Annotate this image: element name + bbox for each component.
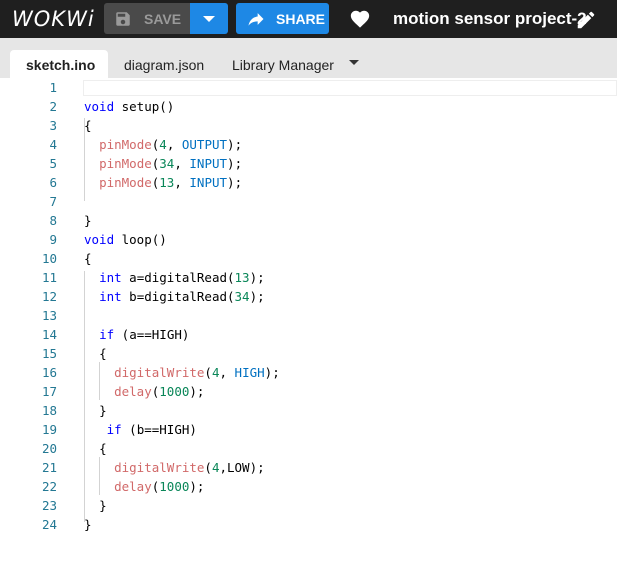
- save-options-dropdown-button[interactable]: [190, 3, 228, 34]
- tab-label: sketch.ino: [26, 57, 96, 73]
- code-line[interactable]: 24}: [0, 515, 617, 534]
- code-line[interactable]: 10 {: [0, 249, 617, 268]
- file-tab-bar: sketch.ino diagram.json Library Manager: [0, 38, 617, 78]
- code-line[interactable]: 19 if (b==HIGH): [0, 420, 617, 439]
- code-line[interactable]: 23 }: [0, 496, 617, 515]
- code-line[interactable]: 2 void setup(): [0, 97, 617, 116]
- code-text[interactable]: digitalWrite(4,LOW);: [84, 458, 265, 477]
- code-text[interactable]: {: [84, 439, 107, 458]
- code-line[interactable]: 17 delay(1000);: [0, 382, 617, 401]
- code-line[interactable]: 3{: [0, 116, 617, 135]
- line-number: 15: [41, 346, 57, 361]
- code-line[interactable]: 22 delay(1000);: [0, 477, 617, 496]
- code-line[interactable]: 9 void loop(): [0, 230, 617, 249]
- line-number: 19: [41, 422, 57, 437]
- code-line[interactable]: 11 int a=digitalRead(13);: [0, 268, 617, 287]
- line-number: 16: [41, 365, 57, 380]
- code-text[interactable]: }: [84, 496, 107, 515]
- heart-icon[interactable]: [348, 8, 372, 30]
- code-line[interactable]: 12 int b=digitalRead(34);: [0, 287, 617, 306]
- code-text[interactable]: pinMode(13, INPUT);: [84, 173, 242, 192]
- save-button-label: SAVE: [144, 11, 182, 27]
- code-line[interactable]: 15 {: [0, 344, 617, 363]
- tab-diagram-json[interactable]: diagram.json: [108, 50, 216, 78]
- code-line[interactable]: 8}: [0, 211, 617, 230]
- code-line[interactable]: 16 digitalWrite(4, HIGH);: [0, 363, 617, 382]
- line-number: 3: [49, 118, 57, 133]
- code-line[interactable]: 21 digitalWrite(4,LOW);: [0, 458, 617, 477]
- line-number: 7: [49, 194, 57, 209]
- save-button[interactable]: SAVE: [104, 3, 190, 34]
- line-number: 9: [49, 232, 57, 247]
- line-number: 4: [49, 137, 57, 152]
- tab-sketch-ino[interactable]: sketch.ino: [10, 50, 108, 78]
- caret-down-icon: [203, 16, 215, 22]
- line-number: 11: [41, 270, 57, 285]
- line-number: 8: [49, 213, 57, 228]
- line-number: 23: [41, 498, 57, 513]
- share-arrow-icon: [248, 13, 264, 26]
- code-text[interactable]: }: [84, 211, 92, 230]
- line-number: 17: [41, 384, 57, 399]
- code-text[interactable]: delay(1000);: [84, 382, 204, 401]
- code-text[interactable]: digitalWrite(4, HIGH);: [84, 363, 280, 382]
- line-number: 10: [41, 251, 57, 266]
- top-bar: WOKWi SAVE SHARE motion sensor project-2: [0, 0, 617, 38]
- code-line[interactable]: 5 pinMode(34, INPUT);: [0, 154, 617, 173]
- code-text[interactable]: if (b==HIGH): [84, 420, 197, 439]
- share-button-label: SHARE: [276, 11, 326, 27]
- code-text[interactable]: pinMode(34, INPUT);: [84, 154, 242, 173]
- code-line[interactable]: 1: [0, 78, 617, 97]
- line-number: 24: [41, 517, 57, 532]
- tab-label: Library Manager: [232, 57, 334, 73]
- line-number: 18: [41, 403, 57, 418]
- code-text[interactable]: }: [84, 515, 92, 534]
- code-text[interactable]: {: [84, 344, 107, 363]
- code-editor[interactable]: 1 2 void setup() 3{4 pinMode(4, OUTPUT); 5 p…: [0, 78, 617, 578]
- code-text[interactable]: }: [84, 401, 107, 420]
- share-button[interactable]: SHARE: [236, 3, 329, 34]
- code-line[interactable]: 7: [0, 192, 617, 211]
- code-text[interactable]: void loop(): [84, 230, 167, 249]
- line-number: 2: [49, 99, 57, 114]
- code-text[interactable]: {: [84, 249, 92, 268]
- code-text[interactable]: pinMode(4, OUTPUT);: [84, 135, 242, 154]
- line-number: 13: [41, 308, 57, 323]
- code-text[interactable]: delay(1000);: [84, 477, 204, 496]
- code-line[interactable]: 14 if (a==HIGH): [0, 325, 617, 344]
- code-line[interactable]: 4 pinMode(4, OUTPUT);: [0, 135, 617, 154]
- code-line[interactable]: 6 pinMode(13, INPUT);: [0, 173, 617, 192]
- code-text[interactable]: if (a==HIGH): [84, 325, 189, 344]
- project-title[interactable]: motion sensor project-2: [393, 9, 587, 29]
- line-number: 1: [49, 80, 57, 95]
- line-number: 12: [41, 289, 57, 304]
- code-text[interactable]: int a=digitalRead(13);: [84, 268, 265, 287]
- code-line[interactable]: 13: [0, 306, 617, 325]
- line-number: 6: [49, 175, 57, 190]
- line-number: 21: [41, 460, 57, 475]
- code-text[interactable]: int b=digitalRead(34);: [84, 287, 265, 306]
- line-number: 22: [41, 479, 57, 494]
- code-text[interactable]: void setup(): [84, 97, 174, 116]
- tab-label: diagram.json: [124, 57, 205, 73]
- wokwi-logo[interactable]: WOKWi: [12, 7, 95, 31]
- caret-down-icon[interactable]: [349, 60, 359, 65]
- line-number: 5: [49, 156, 57, 171]
- line-number: 14: [41, 327, 57, 342]
- tab-library-manager[interactable]: Library Manager: [216, 50, 338, 78]
- line-number: 20: [41, 441, 57, 456]
- floppy-disk-icon: [116, 12, 130, 26]
- pencil-icon[interactable]: [575, 9, 597, 31]
- code-line[interactable]: 20 {: [0, 439, 617, 458]
- code-line[interactable]: 18 }: [0, 401, 617, 420]
- code-text[interactable]: {: [84, 116, 92, 135]
